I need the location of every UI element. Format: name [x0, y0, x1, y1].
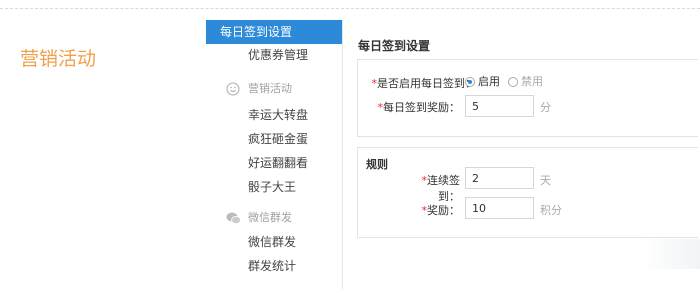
sidebar-item-broadcast-stats[interactable]: 群发统计 [206, 254, 342, 278]
sidebar-item-golden-egg[interactable]: 疯狂砸金蛋 [206, 127, 342, 151]
streak-days-input[interactable]: 2 [465, 167, 534, 189]
sidebar-item-label: 疯狂砸金蛋 [248, 132, 309, 146]
sidebar-item-label: 骰子大王 [248, 180, 297, 194]
disable-radio[interactable]: 禁用 [508, 75, 543, 89]
sidebar-item-label: 幸运大转盘 [248, 108, 309, 122]
streak-unit: 天 [540, 174, 551, 187]
rules-heading: 规则 [366, 158, 388, 171]
enable-radio[interactable]: 启用 [465, 75, 500, 89]
sidebar-group-label: 营销活动 [248, 82, 292, 95]
bonus-points-input[interactable]: 10 [465, 197, 534, 219]
streak-label: *连续签到： [421, 174, 461, 203]
bonus-unit: 积分 [540, 204, 562, 217]
wechat-icon [226, 211, 241, 232]
radio-dot [465, 77, 475, 87]
sidebar: 每日签到设置 优惠券管理 营销活动 幸运大转盘 疯狂砸金蛋 好运翻翻看 骰子大王… [206, 20, 343, 289]
page-title: 营销活动 [20, 48, 97, 70]
sidebar-item-label: 微信群发 [248, 235, 297, 249]
sidebar-item-dice-king[interactable]: 骰子大王 [206, 175, 342, 199]
daily-reward-input[interactable]: 5 [465, 95, 534, 117]
corner-gradient [640, 239, 700, 269]
smiley-icon [226, 82, 240, 103]
sidebar-item-label: 群发统计 [248, 259, 297, 273]
sidebar-item-label: 好运翻翻看 [248, 156, 309, 170]
radio-dot [508, 77, 518, 87]
sidebar-item-daily-checkin[interactable]: 每日签到设置 [206, 20, 342, 44]
sidebar-item-lucky-wheel[interactable]: 幸运大转盘 [206, 103, 342, 127]
daily-reward-unit: 分 [540, 101, 551, 114]
enable-checkin-label: *是否启用每日签到： [371, 77, 477, 90]
sidebar-item-coupons[interactable]: 优惠券管理 [206, 43, 342, 67]
top-divider [0, 8, 700, 9]
sidebar-group-label: 微信群发 [248, 211, 292, 224]
sidebar-group-wechat: 微信群发 [206, 208, 342, 228]
sidebar-item-label: 每日签到设置 [220, 25, 293, 39]
sidebar-item-wechat-broadcast[interactable]: 微信群发 [206, 230, 342, 254]
sidebar-group-marketing: 营销活动 [206, 79, 342, 99]
sidebar-item-flip-cards[interactable]: 好运翻翻看 [206, 151, 342, 175]
section-title: 每日签到设置 [358, 39, 431, 53]
bonus-label: *奖励： [421, 204, 461, 217]
daily-reward-label: *每日签到奖励： [377, 101, 461, 114]
sidebar-item-label: 优惠券管理 [248, 48, 309, 62]
